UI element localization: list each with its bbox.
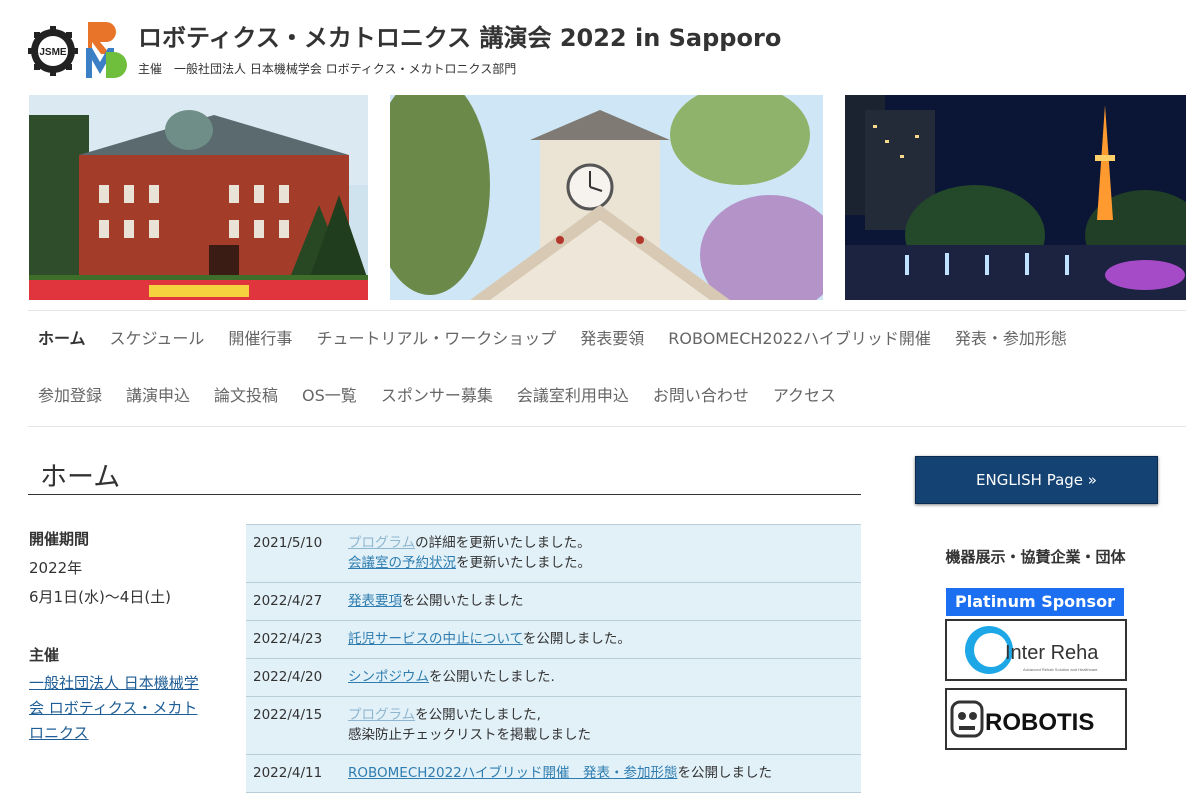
news-row: 2021/5/10 プログラムの詳細を更新いたしました。 会議室の予約状況を更新… [246,525,861,583]
site-title: ロボティクス・メカトロニクス 講演会 2022 in Sapporo [138,24,782,52]
news-link[interactable]: 託児サービスの中止について [348,631,523,647]
rm-division-logo[interactable] [80,18,128,82]
news-text: を公開いたしました [402,593,524,609]
news-date: 2022/4/11 [253,765,323,781]
news-link[interactable]: シンポジウム [348,669,429,685]
photo-red-brick-building [29,95,368,300]
site-subtitle: 主催 一般社団法人 日本機械学会 ロボティクス・メカトロニクス部門 [138,62,517,76]
english-page-button[interactable]: ENGLISH Page » [915,456,1158,504]
news-date: 2022/4/15 [253,707,323,723]
news-text: を公開いたしました, [415,707,541,723]
nav-registration[interactable]: 参加登録 [38,381,102,411]
news-row: 2022/4/23 託児サービスの中止についてを公開しました。 [246,621,861,659]
news-row: 2022/4/20 シンポジウムを公開いたしました. [246,659,861,697]
news-text: を公開いたしました. [429,669,555,685]
news-link[interactable]: 発表要項 [348,593,402,609]
nav-access[interactable]: アクセス [773,381,836,411]
news-body: ROBOMECH2022ハイブリッド開催 発表・参加形態を公開しました [348,763,861,783]
jsme-logo[interactable]: JSME [28,26,78,76]
news-date: 2021/5/10 [253,535,323,551]
news-row: 2022/4/11 ROBOMECH2022ハイブリッド開催 発表・参加形態を公… [246,755,861,793]
sponsors-heading: 機器展示・協賛企業・団体 [945,548,1126,566]
nav-meeting-room[interactable]: 会議室利用申込 [517,381,629,411]
news-body: プログラムを公開いたしました, 感染防止チェックリストを掲載しました [348,705,861,745]
sponsor-robotis-text: ROBOTIS [985,709,1094,736]
sponsor-robotis-logo[interactable]: ROBOTIS [945,688,1127,750]
nav-home[interactable]: ホーム [38,324,86,354]
news-link[interactable]: プログラム [348,707,415,723]
news-text: を公開しました [677,765,773,781]
nav-schedule[interactable]: スケジュール [110,324,205,354]
nav-row-2: 参加登録 講演申込 論文投稿 OS一覧 スポンサー募集 会議室利用申込 お問い合… [38,381,836,411]
platinum-sponsor-label: Platinum Sponsor [946,588,1124,616]
news-text: を公開しました。 [522,631,631,647]
page-title-rule [28,494,861,495]
nav-row-1: ホーム スケジュール 開催行事 チュートリアル・ワークショップ 発表要領 ROB… [38,324,1067,354]
nav-divider-bottom [28,426,1186,427]
nav-divider-top [28,310,1186,311]
nav-sponsor-recruitment[interactable]: スポンサー募集 [381,381,493,411]
news-row: 2022/4/15 プログラムを公開いたしました, 感染防止チェックリストを掲載… [246,697,861,755]
news-body: シンポジウムを公開いたしました. [348,667,861,687]
jsme-logo-text: JSME [39,47,67,58]
news-row: 2022/4/27 発表要項を公開いたしました [246,583,861,621]
nav-contact[interactable]: お問い合わせ [653,381,749,411]
nav-events[interactable]: 開催行事 [228,324,292,354]
news-date: 2022/4/23 [253,631,323,647]
photo-tv-tower-night [845,95,1186,300]
nav-os-list[interactable]: OS一覧 [302,381,357,411]
host-label: 主催 [29,646,60,664]
nav-lecture-application[interactable]: 講演申込 [126,381,190,411]
sponsor-inter-reha-logo[interactable]: Inter Reha Advanced Rehab Solution and H… [945,619,1127,681]
news-text: を更新いたしました。 [456,555,591,571]
news-link[interactable]: ROBOMECH2022ハイブリッド開催 発表・参加形態 [348,765,678,781]
news-body: プログラムの詳細を更新いたしました。 会議室の予約状況を更新いたしました。 [348,533,861,573]
news-text: の詳細を更新いたしました。 [415,535,591,551]
period-dates: 6月1日(水)〜4日(土) [29,588,172,606]
sponsor-inter-reha-tagline: Advanced Rehab Solution and Healthcare [1023,667,1098,672]
period-year: 2022年 [29,559,83,577]
period-label: 開催期間 [29,530,90,548]
host-link[interactable]: 一般社団法人 日本機械学会 ロボティクス・メカトロニクス [29,671,199,746]
sponsor-inter-reha-text: Inter Reha [1005,642,1099,664]
nav-presentation-guide[interactable]: 発表要領 [580,324,644,354]
news-date: 2022/4/27 [253,593,323,609]
nav-participation-format[interactable]: 発表・参加形態 [955,324,1067,354]
nav-hybrid[interactable]: ROBOMECH2022ハイブリッド開催 [668,324,931,354]
nav-tutorial-workshop[interactable]: チュートリアル・ワークショップ [316,324,556,354]
news-table: 2021/5/10 プログラムの詳細を更新いたしました。 会議室の予約状況を更新… [246,524,861,793]
news-link[interactable]: 会議室の予約状況 [348,555,456,571]
page-title: ホーム [40,462,121,493]
news-date: 2022/4/20 [253,669,323,685]
photo-clock-tower [390,95,823,300]
news-link[interactable]: プログラム [348,535,415,551]
news-body: 発表要項を公開いたしました [348,591,861,611]
news-body: 託児サービスの中止についてを公開しました。 [348,629,861,649]
nav-paper-submission[interactable]: 論文投稿 [214,381,278,411]
news-text: 感染防止チェックリストを掲載しました [348,727,591,743]
